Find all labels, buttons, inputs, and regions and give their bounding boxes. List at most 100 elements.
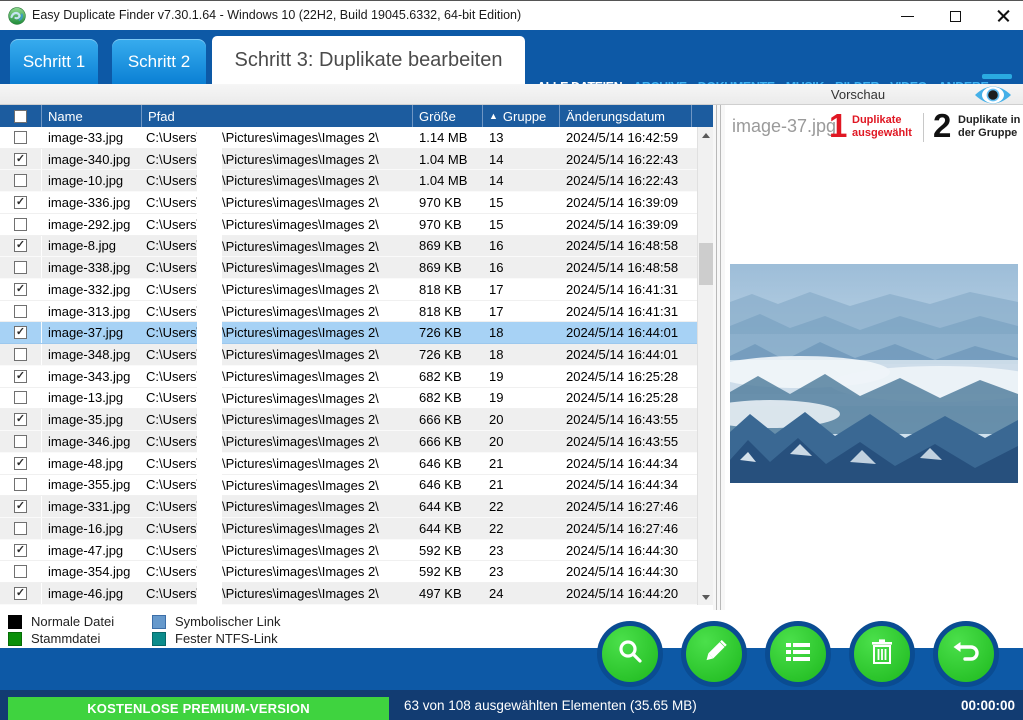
file-size-cell: 682 KB <box>413 388 483 409</box>
tab-schritt-3-active[interactable]: Schritt 3: Duplikate bearbeiten <box>212 36 525 84</box>
path-prefix: C:\Users\ <box>146 173 200 188</box>
checkbox-unchecked-icon[interactable] <box>14 131 27 144</box>
list-button[interactable] <box>765 621 831 687</box>
table-row[interactable]: image-37.jpgC:\Users\\Pictures\images\Im… <box>0 322 713 344</box>
file-path-cell: C:\Users\ \Pictures\images\Images 2\ <box>142 322 413 343</box>
legend-item: Stammdatei <box>8 631 100 646</box>
checkbox-checked-icon[interactable] <box>14 587 27 600</box>
file-size-cell: 646 KB <box>413 453 483 474</box>
table-row[interactable]: image-35.jpgC:\Users\\Pictures\images\Im… <box>0 409 713 431</box>
path-prefix: C:\Users\ <box>146 325 200 340</box>
checkbox-checked-icon[interactable] <box>14 500 27 513</box>
table-row[interactable]: image-10.jpgC:\Users\\Pictures\images\Im… <box>0 170 713 192</box>
column-header-name[interactable]: Name <box>42 105 142 127</box>
checkbox-unchecked-icon[interactable] <box>14 218 27 231</box>
table-row[interactable]: image-332.jpgC:\Users\\Pictures\images\I… <box>0 279 713 301</box>
path-prefix: C:\Users\ <box>146 304 200 319</box>
table-row[interactable]: image-292.jpgC:\Users\\Pictures\images\I… <box>0 214 713 236</box>
search-button[interactable] <box>597 621 663 687</box>
modified-date-cell: 2024/5/14 16:39:09 <box>560 214 692 235</box>
close-button[interactable] <box>981 1 1023 31</box>
checkbox-checked-icon[interactable] <box>14 413 27 426</box>
delete-trash-icon <box>867 637 897 672</box>
checkbox-checked-icon[interactable] <box>14 239 27 252</box>
path-suffix: \Pictures\images\Images 2\ <box>222 431 379 452</box>
group-number-cell: 19 <box>483 366 560 387</box>
tab-schritt-2[interactable]: Schritt 2 <box>112 39 206 84</box>
table-row[interactable]: image-340.jpgC:\Users\\Pictures\images\I… <box>0 149 713 171</box>
select-all-checkbox[interactable] <box>0 105 42 127</box>
edit-button[interactable] <box>681 621 747 687</box>
file-size-cell: 818 KB <box>413 301 483 322</box>
file-path-cell: C:\Users\\Pictures\images\Images 2\ <box>142 583 413 604</box>
delete-button[interactable] <box>849 621 915 687</box>
checkbox-checked-icon[interactable] <box>14 370 27 383</box>
table-row[interactable]: image-33.jpgC:\Users\\Pictures\images\Im… <box>0 127 713 149</box>
group-number-cell: 13 <box>483 127 560 148</box>
table-row[interactable]: image-313.jpgC:\Users\\Pictures\images\I… <box>0 301 713 323</box>
checkbox-checked-icon[interactable] <box>14 283 27 296</box>
checkbox-checked-icon[interactable] <box>14 544 27 557</box>
maximize-button[interactable] <box>933 1 977 31</box>
checkbox-unchecked-icon[interactable] <box>14 522 27 535</box>
table-row[interactable]: image-348.jpgC:\Users\\Pictures\images\I… <box>0 344 713 366</box>
row-checkbox-cell <box>0 475 42 496</box>
checkbox-unchecked-icon[interactable] <box>14 435 27 448</box>
checkbox-unchecked-icon[interactable] <box>14 174 27 187</box>
checkbox-unchecked-icon[interactable] <box>14 565 27 578</box>
checkbox-unchecked-icon[interactable] <box>14 391 27 404</box>
file-path-cell: C:\Users\\Pictures\images\Images 2\ <box>142 453 413 474</box>
table-row[interactable]: image-48.jpgC:\Users\\Pictures\images\Im… <box>0 453 713 475</box>
checkbox-unchecked-icon[interactable] <box>14 348 27 361</box>
close-icon <box>997 10 1010 23</box>
premium-version-badge[interactable]: KOSTENLOSE PREMIUM-VERSION <box>8 697 389 720</box>
scroll-down-button[interactable] <box>698 589 714 605</box>
table-scrollbar[interactable] <box>697 127 713 605</box>
file-path-cell: C:\Users\\Pictures\images\Images 2\ <box>142 496 413 517</box>
table-row[interactable]: image-16.jpgC:\Users\\Pictures\images\Im… <box>0 518 713 540</box>
legend-item: Fester NTFS-Link <box>152 631 278 646</box>
column-header-group[interactable]: ▲ Gruppe <box>483 105 560 127</box>
path-suffix: \Pictures\images\Images 2\ <box>222 322 379 343</box>
table-row[interactable]: image-331.jpgC:\Users\\Pictures\images\I… <box>0 496 713 518</box>
column-header-size[interactable]: Größe <box>413 105 483 127</box>
table-row[interactable]: image-354.jpgC:\Users\\Pictures\images\I… <box>0 561 713 583</box>
checkbox-checked-icon[interactable] <box>14 153 27 166</box>
file-size-cell: 644 KB <box>413 496 483 517</box>
table-row[interactable]: image-338.jpgC:\Users\\Pictures\images\I… <box>0 257 713 279</box>
column-header-path[interactable]: Pfad <box>142 105 413 127</box>
checkbox-checked-icon[interactable] <box>14 196 27 209</box>
file-path-cell: C:\Users\\Pictures\images\Images 2\ <box>142 257 413 278</box>
table-row[interactable]: image-8.jpgC:\Users\\Pictures\images\Ima… <box>0 236 713 258</box>
file-path-cell: C:\Users\\Pictures\images\Images 2\ <box>142 149 413 170</box>
table-row[interactable]: image-346.jpgC:\Users\\Pictures\images\I… <box>0 431 713 453</box>
scrollbar-thumb[interactable] <box>699 243 713 285</box>
file-name-cell: image-354.jpg <box>42 561 142 582</box>
group-number-cell: 19 <box>483 388 560 409</box>
checkbox-unchecked-icon[interactable] <box>14 261 27 274</box>
modified-date-cell: 2024/5/14 16:41:31 <box>560 279 692 300</box>
table-row[interactable]: image-47.jpgC:\Users\\Pictures\images\Im… <box>0 540 713 562</box>
checkbox-unchecked-icon[interactable] <box>14 478 27 491</box>
tab-schritt-1[interactable]: Schritt 1 <box>10 39 98 84</box>
column-header-modified[interactable]: Änderungsdatum <box>560 105 692 127</box>
path-prefix: C:\Users\ <box>146 282 200 297</box>
checkbox-checked-icon[interactable] <box>14 326 27 339</box>
modified-date-cell: 2024/5/14 16:25:28 <box>560 366 692 387</box>
undo-button[interactable] <box>933 621 999 687</box>
panel-splitter[interactable] <box>713 105 725 610</box>
legend-label: Fester NTFS-Link <box>175 631 278 646</box>
table-row[interactable]: image-13.jpgC:\Users\\Pictures\images\Im… <box>0 388 713 410</box>
status-bar: KOSTENLOSE PREMIUM-VERSION 63 von 108 au… <box>0 690 1023 720</box>
table-row[interactable]: image-46.jpgC:\Users\\Pictures\images\Im… <box>0 583 713 605</box>
modified-date-cell: 2024/5/14 16:44:20 <box>560 583 692 604</box>
table-row[interactable]: image-336.jpgC:\Users\\Pictures\images\I… <box>0 192 713 214</box>
minimize-button[interactable] <box>885 1 929 31</box>
checkbox-checked-icon[interactable] <box>14 457 27 470</box>
checkbox-unchecked-icon[interactable] <box>14 305 27 318</box>
scroll-up-button[interactable] <box>698 127 714 143</box>
table-row[interactable]: image-355.jpgC:\Users\\Pictures\images\I… <box>0 475 713 497</box>
group-number-cell: 21 <box>483 475 560 496</box>
table-row[interactable]: image-343.jpgC:\Users\\Pictures\images\I… <box>0 366 713 388</box>
eye-icon[interactable] <box>974 85 1012 105</box>
